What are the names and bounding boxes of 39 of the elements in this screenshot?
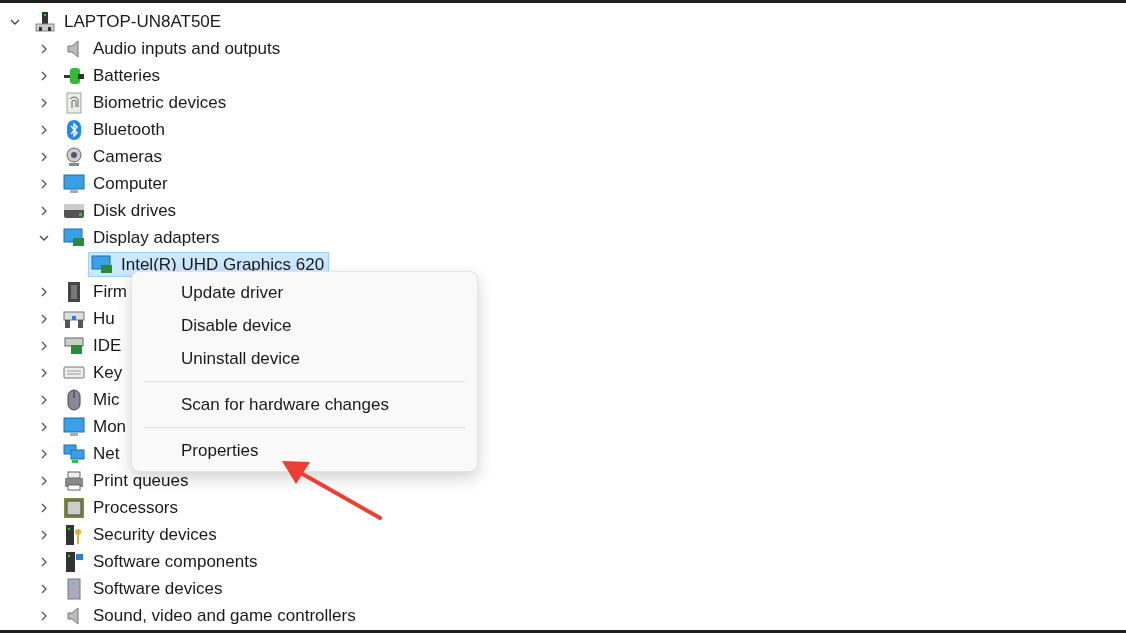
device-icon bbox=[91, 253, 113, 276]
tree-item-label[interactable]: Net bbox=[93, 440, 120, 467]
device-icon bbox=[63, 172, 85, 195]
device-icon bbox=[63, 442, 85, 465]
tree-item-label[interactable]: Computer bbox=[93, 170, 168, 197]
menu-item[interactable]: Update driver bbox=[132, 276, 477, 309]
device-icon bbox=[63, 226, 85, 249]
tree-item-label[interactable]: Processors bbox=[93, 494, 179, 521]
device-icon bbox=[63, 550, 85, 573]
tree-item-label[interactable]: Display adapters bbox=[93, 224, 220, 251]
device-icon bbox=[63, 91, 85, 114]
tree-item-label[interactable]: Audio inputs and outputs bbox=[93, 35, 281, 62]
tree-item-label[interactable]: Firm bbox=[93, 278, 127, 305]
menu-item[interactable]: Scan for hardware changes bbox=[132, 388, 477, 421]
tree-item-label[interactable]: Print queues bbox=[93, 467, 189, 494]
device-icon bbox=[34, 10, 56, 33]
tree-item-label[interactable]: Mic bbox=[93, 386, 120, 413]
tree-item-label[interactable]: IDE bbox=[93, 332, 122, 359]
tree-item-label[interactable]: Key bbox=[93, 359, 123, 386]
device-icon bbox=[63, 415, 85, 438]
tree-item-label[interactable]: Software devices bbox=[93, 575, 223, 602]
device-icon bbox=[63, 334, 85, 357]
device-icon bbox=[63, 145, 85, 168]
menu-item[interactable]: Uninstall device bbox=[132, 342, 477, 375]
tree-item-label[interactable]: Software components bbox=[93, 548, 258, 575]
device-icon bbox=[63, 496, 85, 519]
tree-item-label[interactable]: Cameras bbox=[93, 143, 162, 170]
tree-item-label[interactable]: Bluetooth bbox=[93, 116, 165, 143]
tree-item-label[interactable]: Mon bbox=[93, 413, 127, 440]
tree-item-label[interactable]: Disk drives bbox=[93, 197, 177, 224]
device-icon bbox=[63, 469, 85, 492]
tree-item-label[interactable]: Biometric devices bbox=[93, 89, 227, 116]
menu-item[interactable]: Properties bbox=[132, 434, 477, 467]
menu-item[interactable]: Disable device bbox=[132, 309, 477, 342]
tree-item-label[interactable]: Batteries bbox=[93, 62, 161, 89]
tree-item-label[interactable]: LAPTOP-UN8AT50E bbox=[64, 8, 222, 35]
tree-item-label[interactable]: Security devices bbox=[93, 521, 217, 548]
tree-item-label[interactable]: Sound, video and game controllers bbox=[93, 602, 356, 629]
tree-item-label[interactable]: Hu bbox=[93, 305, 115, 332]
